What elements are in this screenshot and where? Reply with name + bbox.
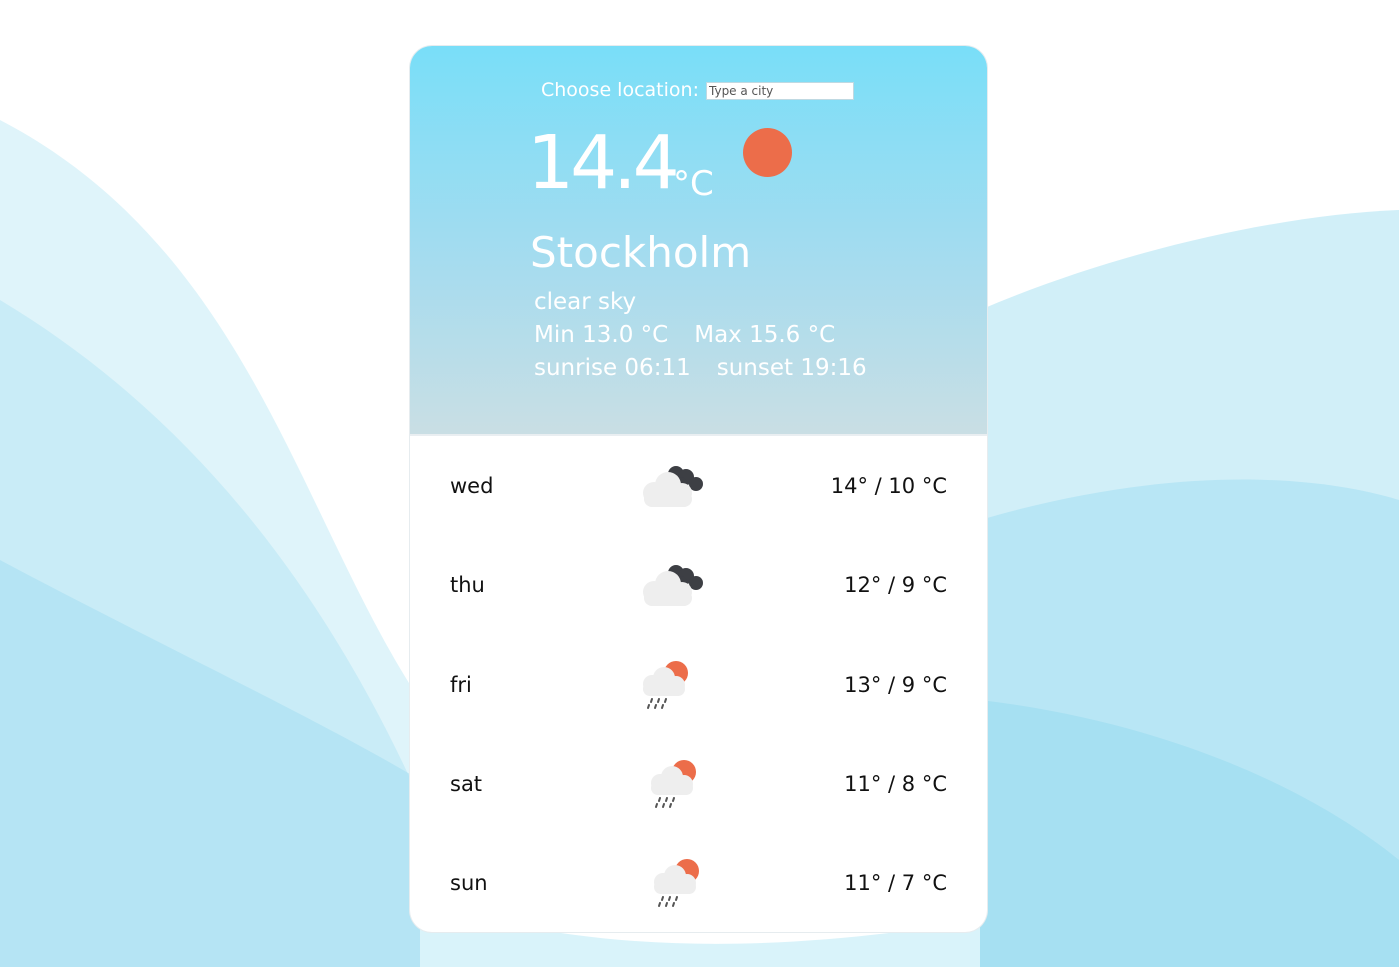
forecast-row: fri 13° / 9 °C <box>410 660 987 710</box>
forecast-row: sat 11° / 8 °C <box>410 759 987 809</box>
sun-rain-icon <box>636 660 708 710</box>
sun-rain-icon <box>644 759 716 809</box>
weather-description: clear sky <box>534 289 637 315</box>
forecast-day: fri <box>450 673 472 697</box>
sun-icon <box>743 128 792 177</box>
city-search-input[interactable] <box>706 82 854 100</box>
forecast-temperature: 12° / 9 °C <box>844 573 947 597</box>
location-label: Choose location: <box>541 79 699 101</box>
forecast-row: thu 12° / 9 °C <box>410 560 987 610</box>
forecast-day: sat <box>450 772 483 796</box>
forecast-temperature: 13° / 9 °C <box>844 673 947 697</box>
forecast-day: sun <box>450 871 488 895</box>
temperature-unit: °C <box>673 164 714 204</box>
city-name: Stockholm <box>530 228 752 277</box>
min-temperature: Min 13.0 °C <box>534 322 669 348</box>
cloudy-icon <box>634 461 706 511</box>
sun-times: sunrise 06:11 sunset 19:16 <box>534 357 867 380</box>
forecast-temperature: 11° / 8 °C <box>844 772 947 796</box>
forecast-day: thu <box>450 573 485 597</box>
min-max-temperature: Min 13.0 °C Max 15.6 °C <box>534 324 835 347</box>
sunset-time: sunset 19:16 <box>716 355 867 381</box>
forecast-row: sun 11° / 7 °C <box>410 858 987 908</box>
weather-card: Choose location: 14.4 °C Stockholm clear… <box>410 46 987 932</box>
current-temperature: 14.4 <box>527 120 680 206</box>
cloudy-icon <box>634 560 706 610</box>
max-temperature: Max 15.6 °C <box>694 322 836 348</box>
forecast-list: wed 14° / 10 °C thu 12° / 9 °C fri 13° /… <box>410 434 987 932</box>
forecast-day: wed <box>450 474 494 498</box>
forecast-temperature: 14° / 10 °C <box>830 474 947 498</box>
current-weather-panel: Choose location: 14.4 °C Stockholm clear… <box>410 46 987 434</box>
forecast-row: wed 14° / 10 °C <box>410 461 987 511</box>
sunrise-time: sunrise 06:11 <box>534 355 691 381</box>
forecast-temperature: 11° / 7 °C <box>844 871 947 895</box>
sun-rain-icon <box>647 858 719 908</box>
